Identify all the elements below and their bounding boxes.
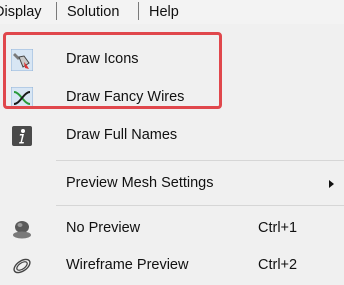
submenu-arrow-icon: [329, 180, 334, 188]
display-menu: Draw Icons Draw Fancy Wires Draw Full Na…: [0, 24, 344, 274]
menu-item-draw-icons[interactable]: Draw Icons: [0, 41, 344, 79]
menubar-item-help[interactable]: Help: [143, 2, 185, 22]
no-preview-icon: [11, 218, 33, 240]
menu-item-label: Wireframe Preview: [66, 257, 189, 273]
menu-item-draw-full-names[interactable]: Draw Full Names: [0, 117, 344, 155]
menu-item-no-preview[interactable]: No Preview Ctrl+1: [0, 210, 344, 248]
brush-icon: [10, 48, 34, 72]
menu-item-label: Preview Mesh Settings: [66, 175, 214, 191]
menubar-separator: [56, 2, 57, 20]
menubar-separator: [138, 2, 139, 20]
menubar-item-display[interactable]: Display: [0, 2, 48, 22]
menu-item-draw-fancy-wires[interactable]: Draw Fancy Wires: [0, 79, 344, 117]
menu-item-label: Draw Icons: [66, 51, 139, 67]
info-icon: [11, 125, 33, 147]
fancy-wires-icon: [10, 86, 34, 110]
menu-item-label: Draw Fancy Wires: [66, 89, 185, 105]
menubar-item-solution[interactable]: Solution: [61, 2, 125, 22]
menu-item-label: No Preview: [66, 220, 141, 236]
menu-item-preview-mesh-settings[interactable]: Preview Mesh Settings: [0, 165, 344, 203]
menu-item-wireframe-preview[interactable]: Wireframe Preview Ctrl+2: [0, 247, 344, 285]
menu-separator: [56, 205, 344, 206]
menu-separator: [56, 160, 344, 161]
menu-item-shortcut: Ctrl+1: [258, 220, 298, 236]
menu-bar: Display Solution Help: [0, 0, 344, 24]
menu-item-label: Draw Full Names: [66, 127, 178, 143]
menu-item-shortcut: Ctrl+2: [258, 257, 298, 273]
